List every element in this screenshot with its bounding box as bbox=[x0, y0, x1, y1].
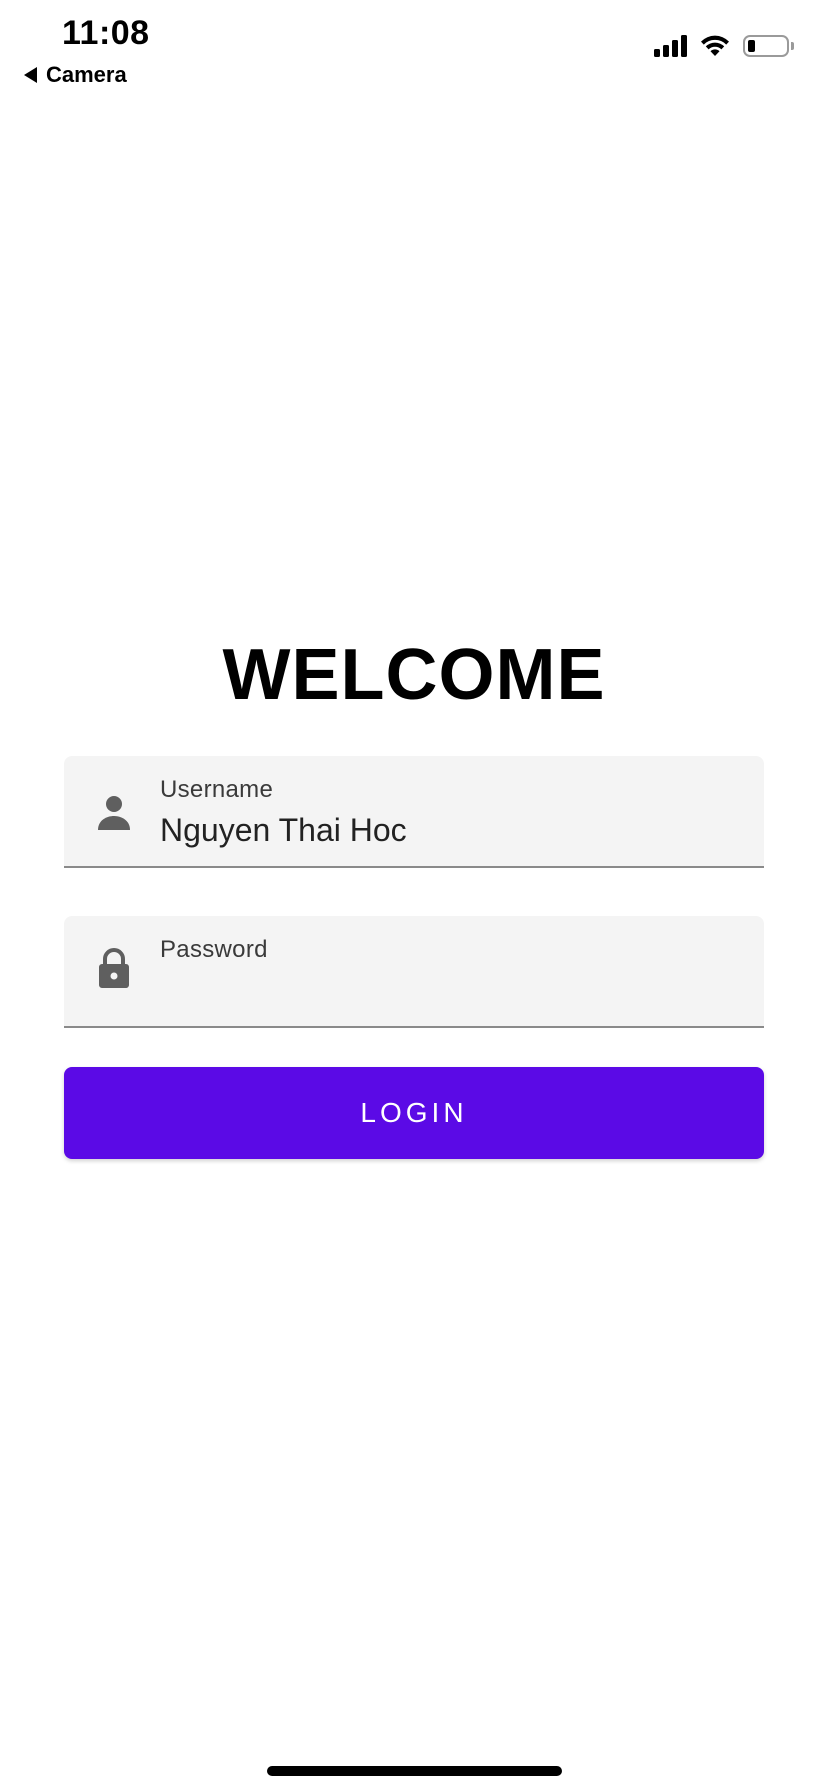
status-time: 11:08 bbox=[62, 14, 150, 52]
person-icon bbox=[98, 796, 130, 830]
lock-icon bbox=[99, 948, 129, 988]
wifi-icon bbox=[701, 35, 729, 56]
username-input[interactable] bbox=[160, 812, 740, 849]
battery-level bbox=[748, 40, 755, 52]
username-field[interactable]: Username bbox=[64, 756, 764, 868]
password-input[interactable] bbox=[160, 972, 740, 1009]
password-label: Password bbox=[160, 936, 268, 963]
cellular-signal-icon bbox=[654, 35, 687, 57]
password-field[interactable]: Password bbox=[64, 916, 764, 1028]
back-app-label: Camera bbox=[46, 62, 127, 87]
page-title: WELCOME bbox=[222, 635, 606, 715]
battery-cap bbox=[791, 42, 794, 50]
username-label: Username bbox=[160, 776, 274, 803]
back-arrow-icon bbox=[24, 67, 37, 83]
login-button[interactable]: LOGIN bbox=[64, 1067, 764, 1159]
back-to-app-link[interactable]: Camera bbox=[24, 62, 127, 88]
home-indicator[interactable] bbox=[267, 1766, 562, 1776]
battery-icon bbox=[743, 35, 789, 57]
status-indicators bbox=[654, 34, 794, 58]
